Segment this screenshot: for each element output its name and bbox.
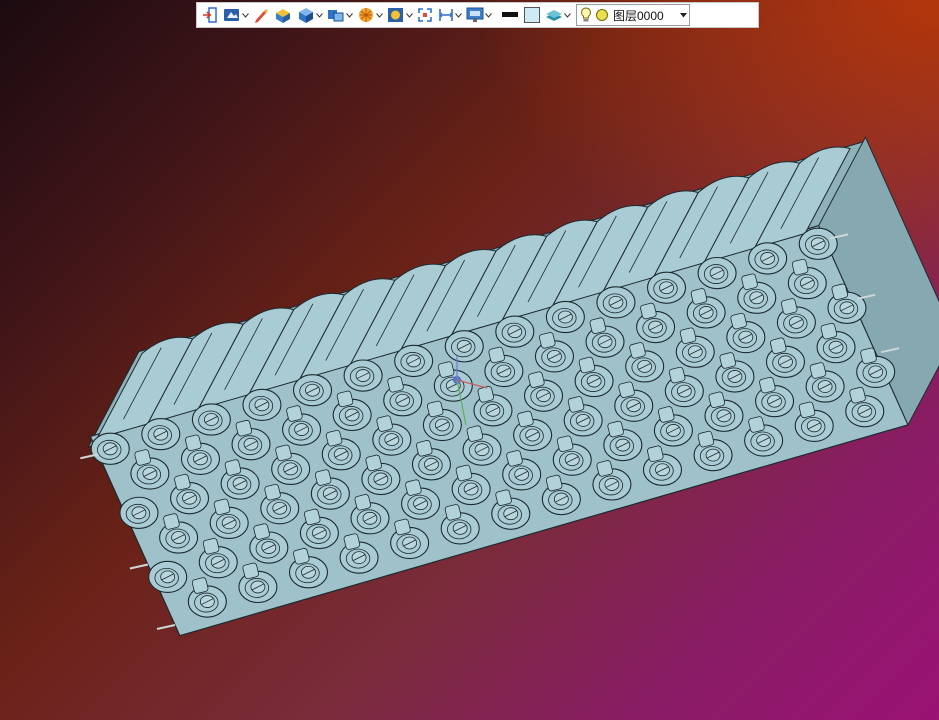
layer-select[interactable]: 图层0000 xyxy=(576,4,690,26)
view-mode-button[interactable] xyxy=(222,4,249,26)
chevron-down-icon[interactable] xyxy=(376,4,383,26)
solid-cube-button[interactable] xyxy=(296,4,323,26)
fill-color-button[interactable] xyxy=(523,4,541,26)
line-color-icon xyxy=(502,12,518,17)
fit-frame-icon xyxy=(418,8,432,22)
measure-button[interactable] xyxy=(437,4,462,26)
solid-cube-icon xyxy=(299,8,313,23)
view-toolbar: 图层0000 xyxy=(196,2,759,28)
shaded-box-icon xyxy=(276,9,290,23)
screen-display-button[interactable] xyxy=(465,4,492,26)
shaded-box-button[interactable] xyxy=(273,4,293,26)
3d-viewport[interactable] xyxy=(0,0,939,720)
zoom-button[interactable] xyxy=(386,4,413,26)
render-button[interactable] xyxy=(356,4,383,26)
sketch-button[interactable] xyxy=(252,4,270,26)
lightbulb-icon xyxy=(581,7,591,22)
chevron-down-icon[interactable] xyxy=(564,4,571,26)
pencil-icon xyxy=(255,9,268,23)
screen-display-icon xyxy=(466,7,484,22)
layer-stack-icon xyxy=(546,10,562,21)
chevron-down-icon[interactable] xyxy=(485,4,492,26)
layer-stack-button[interactable] xyxy=(544,4,571,26)
measure-icon xyxy=(439,9,453,21)
layer-on-icon xyxy=(596,9,608,21)
chevron-down-icon[interactable] xyxy=(242,4,249,26)
view-mode-icon xyxy=(224,9,239,21)
layer-name: 图层0000 xyxy=(613,8,664,23)
battery-pack-model[interactable] xyxy=(0,0,939,720)
fill-color-icon xyxy=(524,7,540,23)
chevron-down-icon[interactable] xyxy=(677,12,689,18)
fit-frame-button[interactable] xyxy=(416,4,434,26)
display-style-icon xyxy=(328,10,344,22)
exit-sketch-button[interactable] xyxy=(201,4,219,26)
chevron-down-icon[interactable] xyxy=(406,4,413,26)
chevron-down-icon[interactable] xyxy=(455,4,462,26)
line-color-button[interactable] xyxy=(500,4,520,26)
chevron-down-icon[interactable] xyxy=(346,4,353,26)
zoom-fit-icon xyxy=(388,8,403,22)
chevron-down-icon[interactable] xyxy=(316,4,323,26)
display-style-button[interactable] xyxy=(326,4,353,26)
exit-sketch-icon xyxy=(203,7,217,23)
render-sphere-icon xyxy=(359,8,373,22)
